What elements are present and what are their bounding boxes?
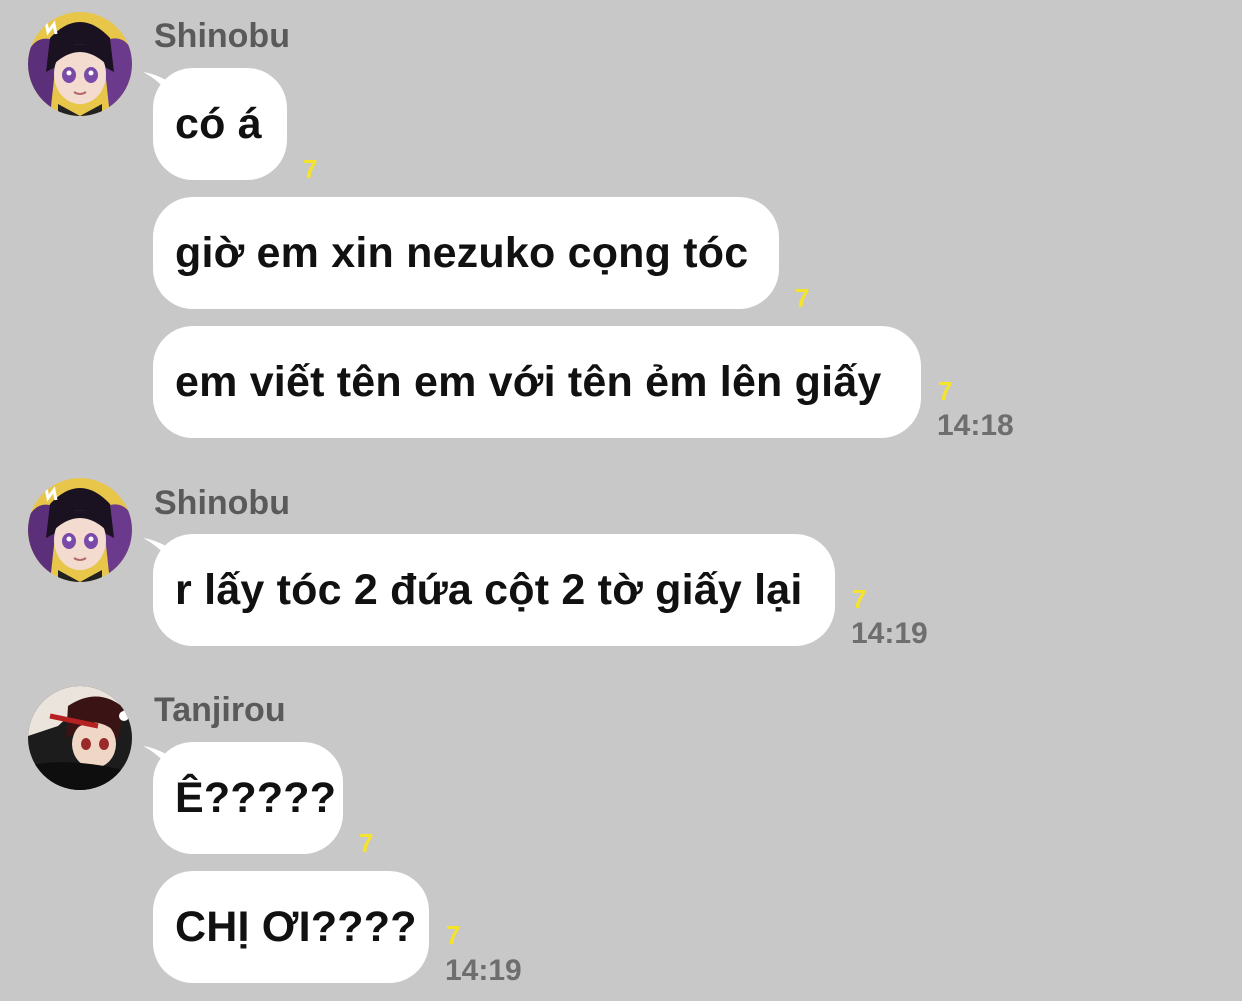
message-text: có á bbox=[175, 99, 262, 148]
read-count: 7 bbox=[852, 584, 867, 614]
message-bubble[interactable]: giờ em xin nezuko cọng tóc bbox=[153, 197, 779, 309]
message-bubble[interactable]: Ê????? bbox=[153, 742, 343, 854]
avatar[interactable] bbox=[28, 478, 132, 582]
sender-name: Tanjirou bbox=[154, 691, 286, 729]
read-count: 7 bbox=[795, 283, 810, 313]
avatar[interactable] bbox=[28, 686, 132, 790]
message-bubble[interactable]: em viết tên em với tên ẻm lên giấy bbox=[153, 326, 921, 438]
sender-name: Shinobu bbox=[154, 17, 290, 55]
message-text: CHỊ ƠI???? bbox=[175, 902, 417, 951]
message-text: em viết tên em với tên ẻm lên giấy bbox=[175, 357, 882, 406]
message-text: r lấy tóc 2 đứa cột 2 tờ giấy lại bbox=[175, 565, 803, 614]
message-timestamp: 14:18 bbox=[937, 409, 1014, 442]
read-count: 7 bbox=[359, 828, 374, 858]
read-count: 7 bbox=[303, 154, 318, 184]
message-bubble[interactable]: CHỊ ƠI???? bbox=[153, 871, 429, 983]
chat-message-list[interactable]: Shinobu có á 7 giờ em xin nezuko cọng tó… bbox=[0, 0, 1242, 1001]
avatar[interactable] bbox=[28, 12, 132, 116]
message-timestamp: 14:19 bbox=[851, 617, 928, 650]
message-bubble[interactable]: có á bbox=[153, 68, 287, 180]
message-text: giờ em xin nezuko cọng tóc bbox=[175, 228, 749, 277]
read-count: 7 bbox=[446, 920, 461, 950]
message-bubble[interactable]: r lấy tóc 2 đứa cột 2 tờ giấy lại bbox=[153, 534, 835, 646]
read-count: 7 bbox=[938, 376, 953, 406]
sender-name: Shinobu bbox=[154, 484, 290, 522]
message-timestamp: 14:19 bbox=[445, 954, 522, 987]
message-text: Ê????? bbox=[175, 773, 337, 822]
